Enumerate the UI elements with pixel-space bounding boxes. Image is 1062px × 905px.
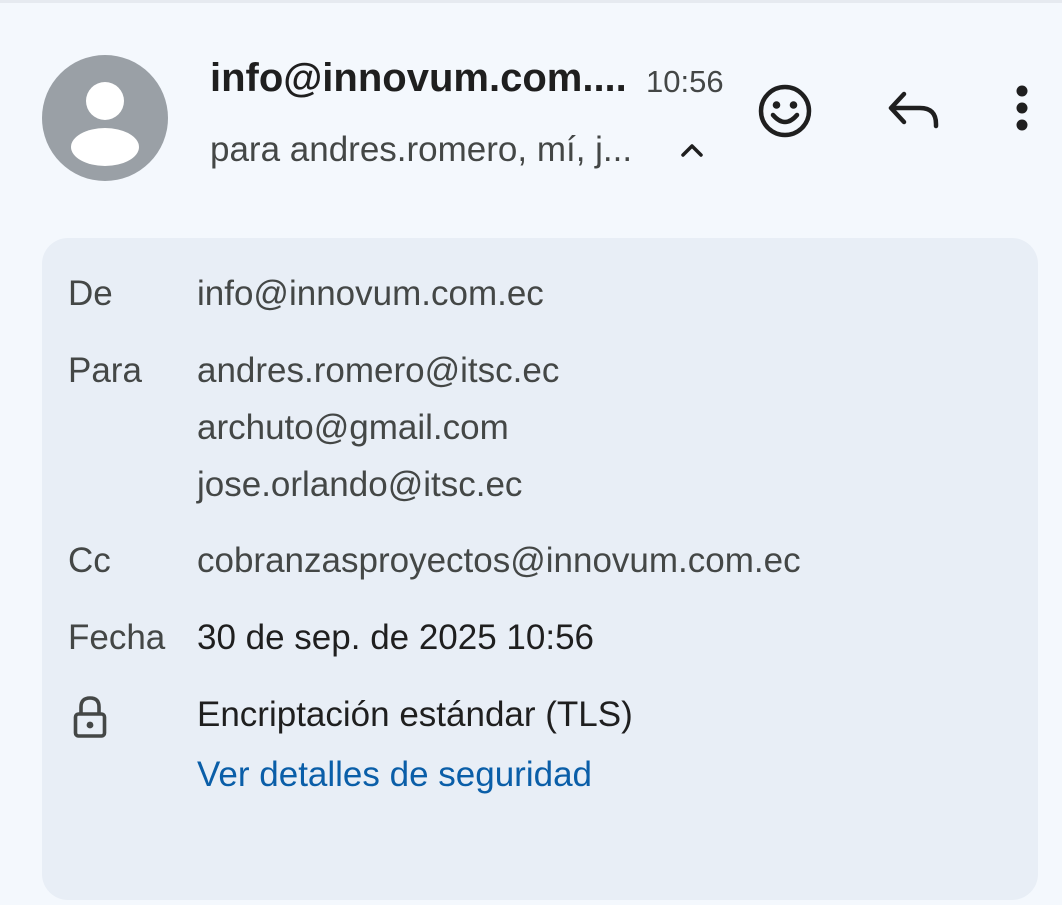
- to-value-2[interactable]: archuto@gmail.com: [197, 408, 509, 448]
- to-label: Para: [68, 351, 142, 390]
- to-value-1[interactable]: andres.romero@itsc.ec: [197, 351, 559, 391]
- recipients-summary[interactable]: para andres.romero, mí, j...: [210, 130, 632, 170]
- reply-button[interactable]: [882, 78, 948, 144]
- date-label: Fecha: [68, 618, 166, 657]
- message-time: 10:56: [646, 64, 724, 99]
- reply-icon: [888, 91, 939, 129]
- from-value[interactable]: info@innovum.com.ec: [197, 274, 544, 314]
- smiley-icon: [758, 84, 812, 138]
- add-reaction-button[interactable]: [752, 78, 818, 144]
- encryption-text: Encriptación estándar (TLS): [197, 695, 633, 734]
- from-label: De: [68, 274, 113, 313]
- more-vert-icon: [1016, 85, 1028, 131]
- message-details-card: De info@innovum.com.ec Para andres.romer…: [42, 238, 1038, 900]
- sender-name[interactable]: info@innovum.com....: [210, 56, 627, 101]
- security-details-link[interactable]: Ver detalles de seguridad: [197, 755, 592, 795]
- sender-avatar[interactable]: [42, 55, 168, 181]
- chevron-up-icon[interactable]: [674, 132, 710, 168]
- to-value-3[interactable]: jose.orlando@itsc.ec: [197, 465, 522, 505]
- cc-value[interactable]: cobranzasproyectos@innovum.com.ec: [197, 541, 801, 581]
- cc-label: Cc: [68, 541, 111, 580]
- top-divider: [0, 0, 1062, 3]
- date-value: 30 de sep. de 2025 10:56: [197, 618, 595, 657]
- more-options-button[interactable]: [996, 78, 1048, 144]
- lock-icon: [73, 696, 107, 738]
- person-avatar-icon: [71, 82, 139, 166]
